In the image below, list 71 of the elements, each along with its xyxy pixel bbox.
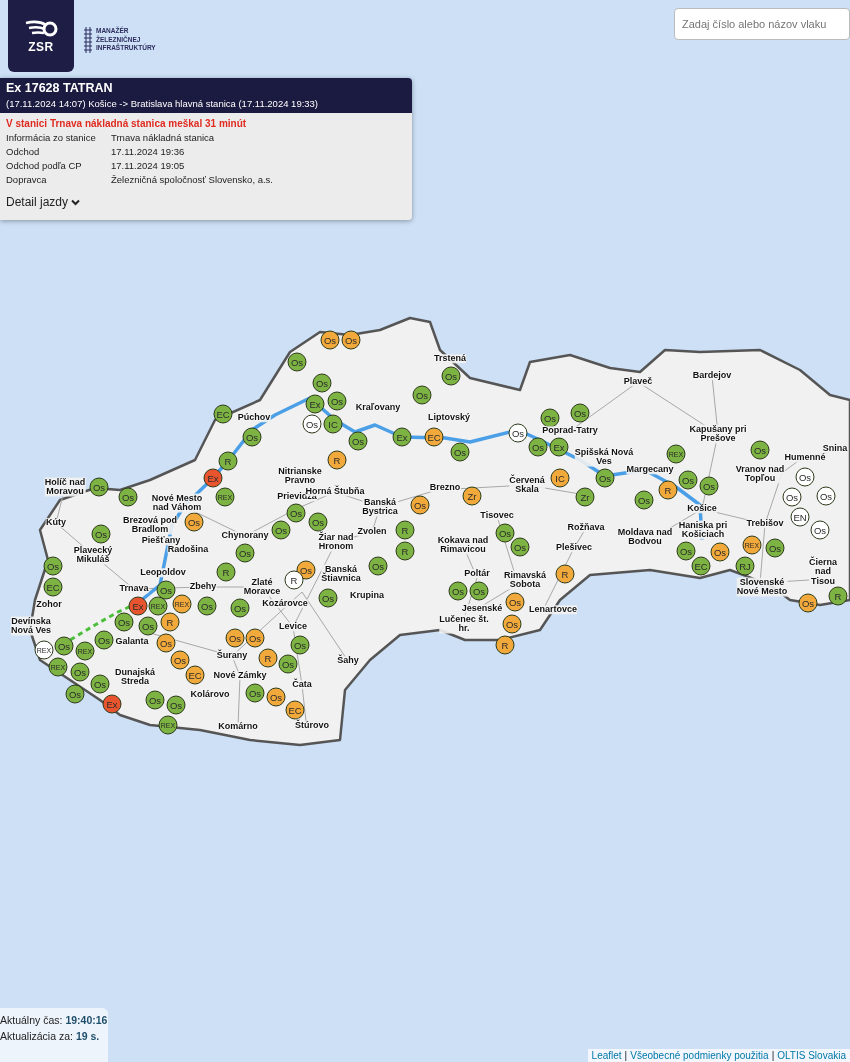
place-label: Červená Skala [509, 475, 545, 495]
place-label: Poltár [464, 569, 490, 579]
place-label: Lučenec št. hr. [439, 614, 489, 634]
attribution-link[interactable]: Leaflet [591, 1050, 622, 1061]
place-label: Čierna nad Tisou [809, 557, 837, 587]
attribution-link[interactable]: Všeobecné podmienky použitia [630, 1050, 769, 1061]
separator: | [624, 1050, 628, 1061]
train-marker[interactable]: Os [65, 684, 85, 704]
place-label: Slovenské Nové Mesto [736, 577, 788, 597]
place-label: Zohor [36, 600, 62, 610]
detail-label: Dopravca [6, 174, 48, 185]
place-label: Holíč nad Moravou [44, 477, 86, 497]
attribution-link[interactable]: OLTIS Slovakia [777, 1050, 846, 1061]
place-label: Kapušany pri Prešove [689, 424, 747, 444]
place-label: Plavecký Mikuláš [73, 545, 113, 565]
detail-label: Informácia zo stanice [6, 132, 97, 143]
place-label: Trebišov [746, 519, 784, 529]
logo-text: ZSR [28, 39, 54, 54]
place-label: Kozárovce [262, 599, 308, 609]
detail-value: 17.11.2024 19:36 [111, 146, 186, 157]
place-label: Spišská Nová Ves [574, 447, 634, 467]
detail-value: Železničná spoločnosť Slovensko, a.s. [111, 174, 274, 185]
detail-value: Trnava nákladná stanica [111, 132, 216, 143]
train-marker[interactable]: Os [89, 477, 109, 497]
place-label: Banská Bystrica [362, 497, 398, 517]
place-label: Levice [279, 622, 307, 632]
place-label: Vranov nad Topľou [735, 464, 785, 484]
train-marker[interactable]: EC [213, 404, 233, 424]
rail-track-icon [84, 27, 92, 53]
place-label: Haniska pri Košiciach [678, 520, 728, 540]
place-label: Košice [687, 504, 717, 514]
detail-value: 17.11.2024 19:05 [111, 160, 186, 171]
place-label: Púchov [237, 413, 271, 423]
place-label: Moldava nad Bodvou [617, 527, 673, 547]
place-label: Kolárovo [190, 690, 230, 700]
train-route: (17.11.2024 14:07) Košice -> Bratislava hlavná stanica (17.11.2024 19:33) [6, 98, 320, 109]
train-title: Ex 17628 TATRAN [6, 81, 114, 95]
place-label: Plaveč [623, 377, 653, 387]
place-label: Dunajská Streda [115, 667, 155, 687]
place-label: Leopoldov [140, 568, 186, 578]
place-label: Zlaté Moravce [243, 577, 281, 597]
search-field[interactable]: Zadaj číslo alebo názov vlaku [674, 8, 850, 40]
place-label: Kokava nad Rimavicou [437, 535, 489, 555]
place-label: Zvolen [357, 527, 387, 537]
detail-toggle[interactable]: Detail jazdy [6, 195, 81, 209]
refresh-countdown: Aktualizácia za: 19 s. [0, 1029, 101, 1044]
place-label: Rimavská Sobota [504, 570, 546, 590]
place-label: Štúrovo [295, 721, 329, 731]
place-label: Tisovec [480, 511, 514, 521]
place-label: Devínska Nová Ves [11, 616, 51, 636]
place-label: Nové Zámky [213, 671, 267, 681]
place-label: Nové Mesto nad Váhom [151, 493, 203, 513]
place-label: Žiar nad Hronom [318, 532, 354, 552]
place-label: Nitrianske Pravno [278, 466, 322, 486]
separator: | [771, 1050, 775, 1061]
wing-wheel-icon [24, 18, 58, 39]
place-label: Poprad-Tatry [542, 426, 598, 436]
detail-label: Odchod [6, 146, 41, 157]
logo-badge[interactable]: ZSR [8, 0, 74, 72]
place-label: Lenartovce [529, 605, 577, 615]
delay-message: V stanici Trnava nákladná stanica meškal 31 minút [6, 118, 248, 129]
place-label: Trstená [434, 354, 466, 364]
chevron-icon [71, 198, 81, 206]
place-label: Bardejov [692, 371, 732, 381]
place-label: Banská Štiavnica [321, 564, 361, 584]
place-label: Plešivec [556, 543, 592, 553]
place-label: Brezová pod Bradlom [123, 515, 177, 535]
place-label: Brezno [429, 483, 461, 493]
place-label: Piešťany [141, 536, 181, 546]
detail-label: Odchod podľa CP [6, 160, 83, 171]
current-time: Aktuálny čas: 19:40:16 [0, 1013, 108, 1028]
